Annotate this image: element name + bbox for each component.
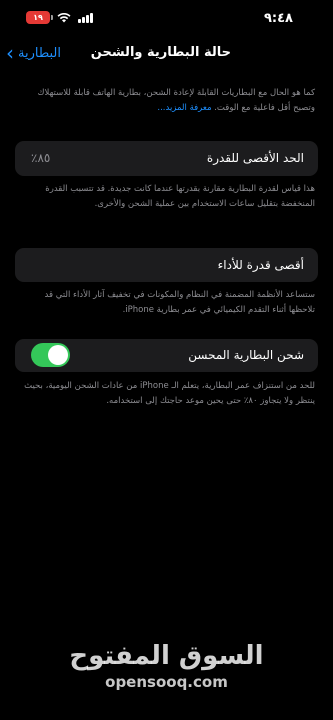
watermark: السوق المفتوح opensooq.com — [0, 640, 333, 692]
optimized-charging-cell: شحن البطارية المحسن — [15, 339, 318, 372]
status-icons: ١٩ — [26, 11, 93, 24]
max-capacity-label: الحد الأقصى للقدرة — [206, 151, 304, 165]
optimized-charging-toggle[interactable] — [31, 343, 70, 367]
peak-performance-cell[interactable]: أقصى قدرة للأداء — [15, 248, 318, 282]
battery-level: ١٩ — [33, 13, 43, 22]
chevron-left-icon: ‹ — [6, 41, 14, 65]
learn-more-link[interactable]: معرفة المزيد... — [157, 103, 211, 113]
optimized-charging-footnote: للحد من استنزاف عمر البطارية، يتعلم الـ … — [24, 381, 315, 406]
watermark-latin: opensooq.com — [105, 673, 228, 691]
toggle-knob — [48, 345, 68, 365]
peak-performance-footnote: ستساعد الأنظمة المضمنة في النظام والمكون… — [44, 290, 315, 315]
max-capacity-value: ٨٥٪ — [31, 151, 51, 165]
signal-icon — [78, 12, 93, 23]
battery-icon: ١٩ — [26, 11, 53, 24]
optimized-charging-label: شحن البطارية المحسن — [188, 348, 304, 362]
status-time: ٩:٤٨ — [263, 11, 293, 26]
peak-performance-label: أقصى قدرة للأداء — [217, 258, 304, 272]
intro-text: كما هو الحال مع البطاريات القابلة لإعادة… — [18, 86, 315, 116]
back-button-label: البطارية — [18, 45, 61, 61]
back-button[interactable]: ‹ البطارية — [6, 43, 61, 63]
navigation-bar: حالة البطارية والشحن ‹ البطارية — [0, 38, 333, 70]
watermark-arabic: السوق المفتوح — [69, 641, 264, 671]
max-capacity-cell: الحد الأقصى للقدرة ٨٥٪ — [15, 141, 318, 176]
page-title: حالة البطارية والشحن — [90, 45, 231, 60]
wifi-icon — [57, 12, 71, 23]
status-bar: ٩:٤٨ ١٩ — [0, 0, 333, 40]
max-capacity-footnote: هذا قياس لقدرة البطارية مقارنة بقدرتها ع… — [45, 184, 315, 209]
